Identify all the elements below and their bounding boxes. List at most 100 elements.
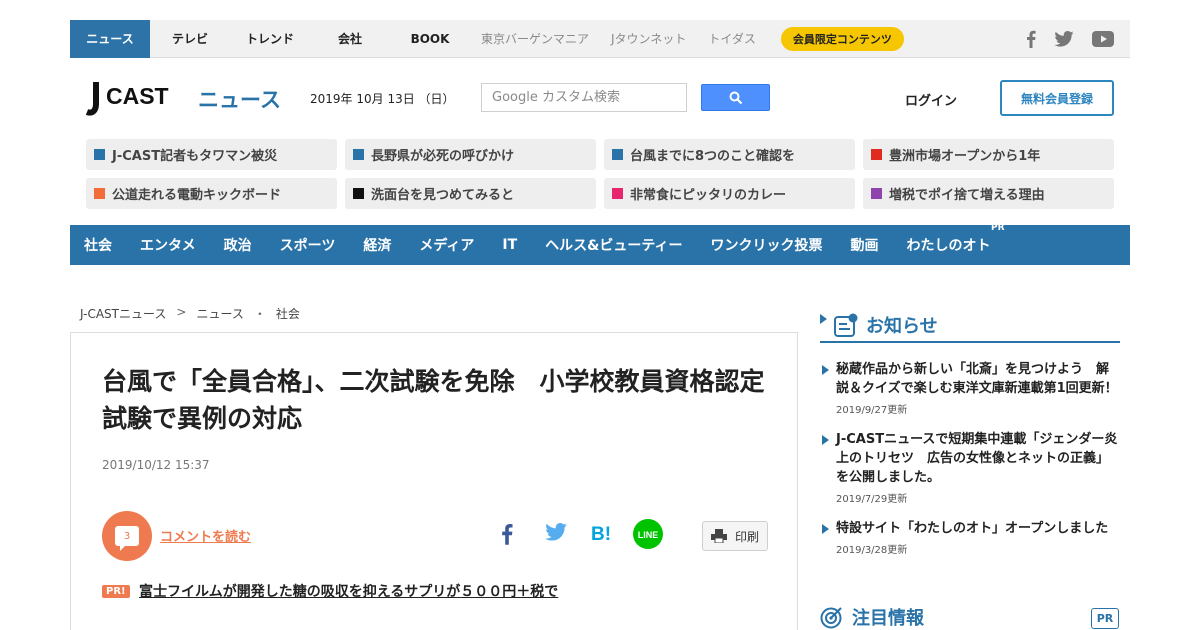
attention-section-header: 注目情報 xyxy=(820,604,1120,630)
breadcrumb-news[interactable]: ニュース xyxy=(196,305,243,322)
notice-date: 2019/7/29更新 xyxy=(836,494,908,505)
current-date: 2019年 10月 13日 （日） xyxy=(310,92,455,106)
chip-marker xyxy=(612,149,623,160)
pr-badge: PR! xyxy=(102,585,130,598)
notice-icon xyxy=(834,313,858,337)
category-economy[interactable]: 経済 xyxy=(363,235,419,255)
category-politics[interactable]: 政治 xyxy=(224,235,280,255)
top-navigation-bar: ニュース テレビ トレンド 会社 BOOK 東京バーゲンマニア Jタウンネット … xyxy=(70,19,1130,58)
topnav-bargain-mania[interactable]: 東京バーゲンマニア xyxy=(470,20,600,58)
chip-label: 台風までに8つのこと確認を xyxy=(630,149,796,164)
chip-marker xyxy=(94,149,105,160)
chip-label: 公道走れる電動キックボード xyxy=(112,188,282,203)
breadcrumb: J-CASTニュース > ニュース ・ 社会 xyxy=(80,305,300,322)
search-input[interactable] xyxy=(481,83,687,112)
hatena-bookmark-icon[interactable]: B! xyxy=(591,523,615,543)
search-button[interactable] xyxy=(701,84,770,111)
notice-date: 2019/9/27更新 xyxy=(836,405,908,416)
jcast-news-logo[interactable]: CAST ニュース xyxy=(85,80,286,120)
free-register-button[interactable]: 無料会員登録 xyxy=(1000,80,1114,116)
category-sports[interactable]: スポーツ xyxy=(280,235,364,255)
notice-link[interactable]: 秘蔵作品から新しい「北斎」を見つけよう 解説＆クイズで楽しむ東洋文庫新連載第1回… xyxy=(836,360,1120,398)
printer-icon xyxy=(710,529,727,543)
topic-chip[interactable]: 増税でポイ捨て増える理由 xyxy=(863,178,1114,209)
chip-marker xyxy=(871,149,882,160)
pr-label: PR xyxy=(990,223,1005,233)
notice-date: 2019/3/28更新 xyxy=(836,545,908,556)
twitter-share-icon[interactable] xyxy=(545,523,567,541)
notice-link[interactable]: J-CASTニュースで短期集中連載「ジェンダー炎上のトリセツ 広告の女性像とネッ… xyxy=(836,430,1120,487)
comment-bubble-icon: 3 xyxy=(115,526,139,551)
facebook-share-icon[interactable] xyxy=(501,523,513,545)
topnav-company[interactable]: 会社 xyxy=(310,20,390,58)
read-comments-link[interactable]: コメントを読む xyxy=(160,526,251,545)
category-navigation: 社会 エンタメ 政治 スポーツ 経済 メディア IT ヘルス&ビューティー ワン… xyxy=(70,223,1130,265)
member-content-button[interactable]: 会員限定コンテンツ xyxy=(780,26,904,51)
svg-text:LINE: LINE xyxy=(638,530,659,540)
topic-chip[interactable]: 豊洲市場オープンから1年 xyxy=(863,139,1114,170)
chip-label: 豊洲市場オープンから1年 xyxy=(889,149,1041,164)
chip-label: J-CAST記者もタワマン被災 xyxy=(112,149,278,164)
topnav-toidas[interactable]: トイダス xyxy=(697,20,767,58)
topnav-j-town-net[interactable]: Jタウンネット xyxy=(600,20,697,58)
svg-text:ニュース: ニュース xyxy=(198,88,281,112)
topic-chip[interactable]: 台風までに8つのこと確認を xyxy=(604,139,855,170)
category-watashi-no-oto[interactable]: わたしのオト PR xyxy=(906,223,1019,255)
category-it[interactable]: IT xyxy=(502,237,545,253)
topic-chips: J-CAST記者もタワマン被災 長野県が必死の呼びかけ 台風までに8つのこと確認… xyxy=(86,139,1114,209)
category-label: わたしのオト xyxy=(906,238,991,254)
social-links xyxy=(1026,30,1130,48)
chip-label: 増税でポイ捨て増える理由 xyxy=(889,188,1045,203)
category-health-beauty[interactable]: ヘルス&ビューティー xyxy=(545,235,710,255)
topic-chip[interactable]: 非常食にピッタリのカレー xyxy=(604,178,855,209)
topnav-tv[interactable]: テレビ xyxy=(150,20,230,58)
article-card: 台風で「全員合格」、二次試験を免除 小学校教員資格認定試験で異例の対応 2019… xyxy=(70,332,798,630)
line-share-icon[interactable]: LINE xyxy=(633,519,663,549)
target-icon xyxy=(820,607,842,629)
topic-chip[interactable]: J-CAST記者もタワマン被災 xyxy=(86,139,337,170)
comment-count: 3 xyxy=(123,530,131,542)
notice-title: お知らせ xyxy=(866,316,938,337)
category-society[interactable]: 社会 xyxy=(84,235,140,255)
twitter-icon[interactable] xyxy=(1054,30,1074,47)
topic-chip[interactable]: 公道走れる電動キックボード xyxy=(86,178,337,209)
chip-marker xyxy=(353,188,364,199)
category-one-click-poll[interactable]: ワンクリック投票 xyxy=(711,235,851,255)
topnav-book[interactable]: BOOK xyxy=(390,20,470,58)
article-date: 2019/10/12 15:37 xyxy=(102,458,210,472)
breadcrumb-home[interactable]: J-CASTニュース xyxy=(80,305,166,322)
sponsored-link[interactable]: 富士フイルムが開発した糖の吸収を抑えるサプリが５００円＋税で xyxy=(139,581,558,601)
breadcrumb-separator: > xyxy=(176,305,187,319)
notice-item: 特設サイト「わたしのオト」オープンしました 2019/3/28更新 xyxy=(822,519,1120,556)
topnav-news[interactable]: ニュース xyxy=(70,19,150,58)
chip-label: 非常食にピッタリのカレー xyxy=(630,188,787,203)
topic-chip[interactable]: 洗面台を見つめてみると xyxy=(345,178,596,209)
category-media[interactable]: メディア xyxy=(419,235,502,255)
chip-marker xyxy=(94,188,105,199)
notice-link[interactable]: 特設サイト「わたしのオト」オープンしました xyxy=(836,519,1120,538)
search-icon xyxy=(729,91,742,104)
category-entertainment[interactable]: エンタメ xyxy=(140,235,224,255)
attention-pr-badge: PR xyxy=(1091,608,1119,629)
print-label: 印刷 xyxy=(734,529,759,544)
print-button[interactable]: 印刷 xyxy=(702,521,768,551)
chip-label: 長野県が必死の呼びかけ xyxy=(371,149,515,164)
chip-marker xyxy=(353,149,364,160)
notice-list: 秘蔵作品から新しい「北斎」を見つけよう 解説＆クイズで楽しむ東洋文庫新連載第1回… xyxy=(822,360,1120,570)
notice-item: J-CASTニュースで短期集中連載「ジェンダー炎上のトリセツ 広告の女性像とネッ… xyxy=(822,430,1120,505)
notice-item: 秘蔵作品から新しい「北斎」を見つけよう 解説＆クイズで楽しむ東洋文庫新連載第1回… xyxy=(822,360,1120,416)
comment-count-badge[interactable]: 3 xyxy=(102,511,152,561)
login-link[interactable]: ログイン xyxy=(905,90,957,109)
breadcrumb-society[interactable]: 社会 xyxy=(276,305,300,322)
logo-graphic: CAST ニュース xyxy=(85,82,281,116)
topic-chip[interactable]: 長野県が必死の呼びかけ xyxy=(345,139,596,170)
attention-title: 注目情報 xyxy=(852,608,924,629)
topnav-trend[interactable]: トレンド xyxy=(230,20,310,58)
category-video[interactable]: 動画 xyxy=(851,235,907,255)
svg-text:B!: B! xyxy=(591,524,611,543)
chip-marker xyxy=(612,188,623,199)
youtube-icon[interactable] xyxy=(1092,30,1114,47)
facebook-icon[interactable] xyxy=(1026,30,1036,48)
notice-section-header: お知らせ xyxy=(820,309,1120,343)
svg-text:CAST: CAST xyxy=(106,83,169,109)
